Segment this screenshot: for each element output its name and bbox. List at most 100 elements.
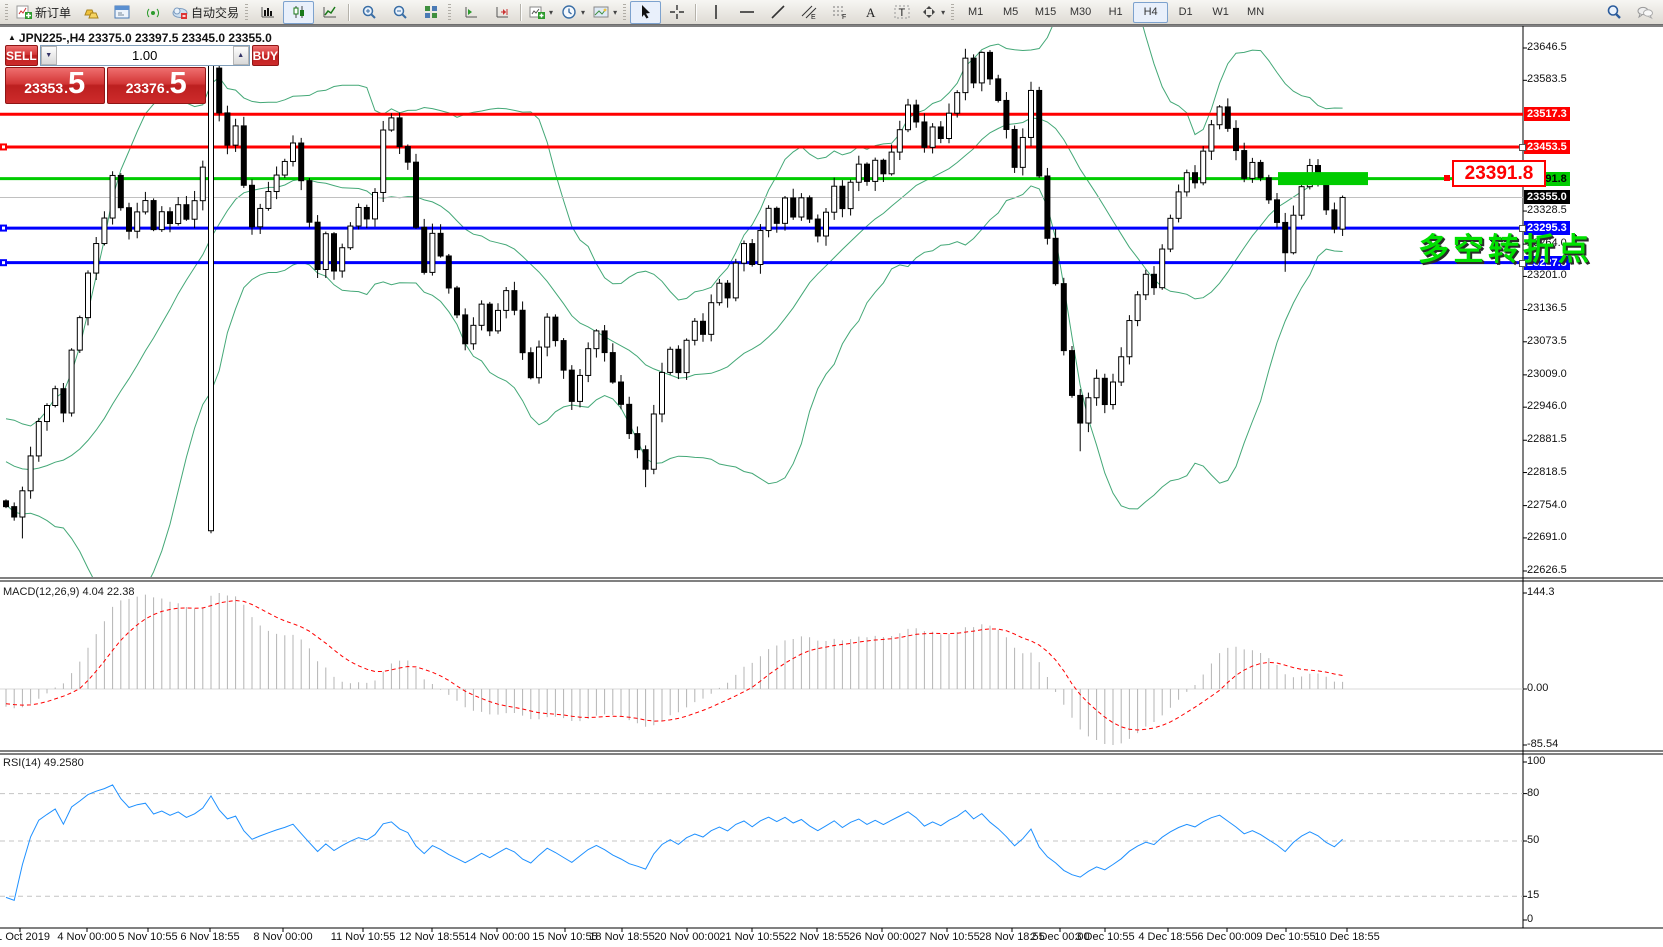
text-button[interactable]: A [855,1,886,24]
sell-price[interactable]: 23353.5 [5,67,105,104]
label-button[interactable]: T [886,1,917,24]
price-axis-label: 23009.0 [1527,368,1567,380]
signal-button[interactable] [137,1,168,24]
time-axis-label: 8 Nov 00:00 [243,931,323,943]
tab-timeframe-h4[interactable]: H4 [1133,2,1168,23]
annotation-text-object[interactable]: 多空转折点 [1418,224,1593,269]
price-text-object[interactable]: 23391.8 [1452,160,1546,187]
search-icon [1606,4,1622,20]
gold-ingot-icon [83,4,99,20]
cursor-icon [638,4,654,20]
price-axis-label: 22691.0 [1527,531,1567,543]
svg-text:T: T [898,7,905,19]
auto-trading-icon [172,4,188,20]
buy-price-pip: 5 [170,68,187,98]
crosshair-button[interactable] [661,1,692,24]
candlestick-chart-button[interactable] [283,1,314,24]
tab-timeframe-w1[interactable]: W1 [1203,2,1238,23]
label-icon: T [894,4,910,20]
tab-timeframe-m5[interactable]: M5 [993,2,1028,23]
line-price-badge: 23517.3 [1524,107,1570,121]
tab-timeframe-m30[interactable]: M30 [1063,2,1098,23]
toolbar-grip [448,4,451,21]
tab-timeframe-m15[interactable]: M15 [1028,2,1063,23]
vertical-line-button[interactable] [700,1,731,24]
snapshot-button[interactable]: ▾ [589,1,621,24]
line-chart-icon [322,4,338,20]
zoom-out-button[interactable] [384,1,415,24]
rsi-axis-label: 0 [1527,913,1533,925]
gold-ingot-button[interactable] [75,1,106,24]
tile-windows-button[interactable] [415,1,446,24]
rsi-indicator-label: RSI(14) 49.2580 [3,757,84,769]
price-axis-label: 22754.0 [1527,499,1567,511]
text-icon: A [863,4,879,20]
macd-axis-label: 144.3 [1527,586,1555,598]
period-button[interactable]: ▾ [557,1,589,24]
price-axis-label: 22818.5 [1527,466,1567,478]
price-axis-label: 22946.0 [1527,400,1567,412]
price-axis-label: 22626.5 [1527,564,1567,576]
toolbar-grip [245,4,248,21]
shapes-icon [921,4,937,20]
toolbar-grip [623,4,626,21]
zoom-in-button[interactable] [353,1,384,24]
zoom-out-icon [392,4,408,20]
tab-timeframe-h1[interactable]: H1 [1098,2,1133,23]
price-axis-label: 23136.5 [1527,302,1567,314]
crosshair-icon [669,4,685,20]
tab-timeframe-mn[interactable]: MN [1238,2,1273,23]
vertical-line-icon [708,4,724,20]
time-axis-label: 10 Dec 18:55 [1307,931,1387,943]
cursor-button[interactable] [630,1,661,24]
terminal-window-button[interactable] [106,1,137,24]
shift-left-icon [463,4,479,20]
sell-price-main: 23353 [24,80,63,96]
bar-chart-button[interactable] [252,1,283,24]
one-click-trading-panel: SELL ▼ ▲ BUY 23353.5 23376.5 [5,45,206,104]
macd-axis-label: 0.00 [1527,682,1548,694]
volume-stepper: ▼ ▲ [40,45,250,66]
search-button[interactable] [1598,1,1629,24]
trendline-button[interactable] [762,1,793,24]
sell-button[interactable]: SELL [5,45,38,66]
main-toolbar: 新订单自动交易▾▾▾EFAT▾M1M5M15M30H1H4D1W1MN [0,0,1663,25]
shift-right-button[interactable] [486,1,517,24]
svg-text:A: A [866,5,876,20]
chart-canvas[interactable] [0,0,1663,947]
buy-price[interactable]: 23376.5 [107,67,207,104]
tab-timeframe-d1[interactable]: D1 [1168,2,1203,23]
volume-input[interactable] [57,46,233,65]
chevron-up-icon: ▲ [8,33,16,42]
line-handle[interactable] [1519,144,1526,151]
new-order-icon [16,4,32,20]
channel-icon: E [801,4,817,20]
candlestick-chart-icon [291,4,307,20]
symbol-ohlc-text: JPN225-,H4 23375.0 23397.5 23345.0 23355… [19,31,272,45]
channel-button[interactable]: E [793,1,824,24]
price-axis-label: 23328.5 [1527,204,1567,216]
volume-decrease-button[interactable]: ▼ [41,46,57,65]
fibonacci-button[interactable]: F [824,1,855,24]
new-chart-button[interactable]: ▾ [525,1,557,24]
new-order-button[interactable]: 新订单 [12,1,75,24]
buy-button[interactable]: BUY [252,45,279,66]
time-axis-label: 11 Nov 10:55 [323,931,403,943]
shapes-button[interactable]: ▾ [917,1,949,24]
chat-button[interactable] [1629,1,1660,24]
current-price-badge: 23355.0 [1524,190,1570,204]
horizontal-line-button[interactable] [731,1,762,24]
shift-left-button[interactable] [455,1,486,24]
sell-price-pip: 5 [68,68,85,98]
line-chart-button[interactable] [314,1,345,24]
toolbar-separator [348,4,350,21]
volume-increase-button[interactable]: ▲ [233,46,249,65]
terminal-window-icon [114,4,130,20]
tab-timeframe-m1[interactable]: M1 [958,2,993,23]
signal-icon [145,4,161,20]
price-axis-label: 23201.0 [1527,269,1567,281]
price-label-anchor[interactable] [1444,175,1450,181]
period-icon [561,4,577,20]
highlight-rectangle-object[interactable] [1278,172,1368,185]
auto-trading-button[interactable]: 自动交易 [168,1,243,24]
